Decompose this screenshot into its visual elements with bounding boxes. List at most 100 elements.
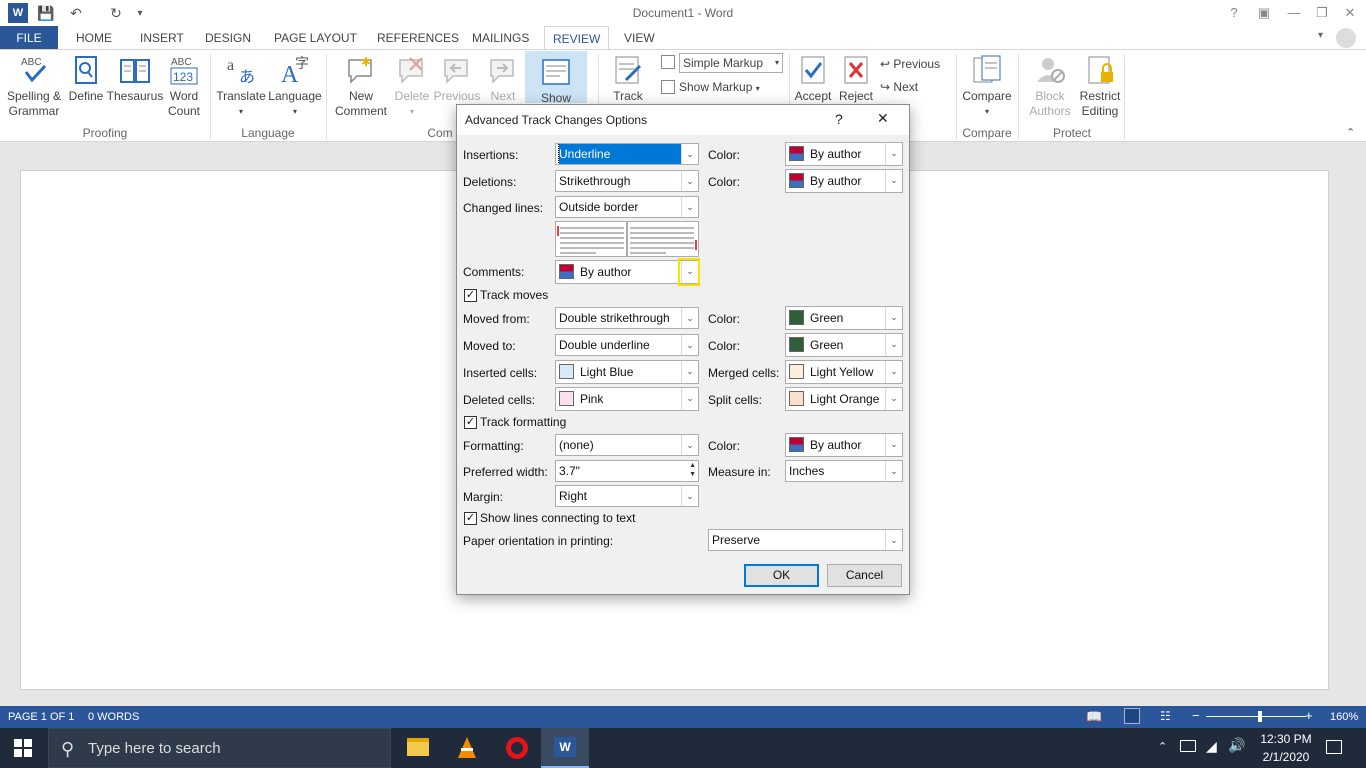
insertions-select[interactable]: Underline ⌄ bbox=[555, 143, 699, 165]
inserted-cells-select[interactable]: Light Blue ⌄ bbox=[555, 360, 699, 384]
paper-orientation-select[interactable]: Preserve ⌄ bbox=[708, 529, 903, 551]
avatar[interactable] bbox=[1336, 28, 1356, 48]
taskbar-search-box[interactable]: ⚲ Type here to search bbox=[48, 728, 391, 768]
delete-comment-button[interactable]: Delete ▾ bbox=[392, 54, 432, 119]
next-comment-button[interactable]: Next bbox=[482, 54, 524, 104]
tab-mailings[interactable]: MAILINGS bbox=[464, 26, 537, 50]
taskbar-date[interactable]: 2/1/2020 bbox=[1256, 750, 1316, 764]
thesaurus-button[interactable]: Thesaurus bbox=[106, 54, 164, 104]
tab-file[interactable]: FILE bbox=[0, 26, 58, 50]
preferred-width-input[interactable]: 3.7" ▲ ▼ bbox=[555, 460, 699, 482]
svg-text:字: 字 bbox=[295, 56, 309, 72]
language-button[interactable]: A字 Language ▾ bbox=[266, 54, 324, 119]
language-group-label: Language bbox=[241, 126, 295, 140]
cancel-button[interactable]: Cancel bbox=[827, 564, 902, 587]
chevron-down-icon: ⌄ bbox=[885, 388, 902, 410]
show-markup-button[interactable]: Show Markup ▾ bbox=[679, 80, 760, 94]
word-taskbar-button[interactable]: W bbox=[541, 728, 589, 768]
account-dropdown-icon[interactable]: ▾ bbox=[1318, 30, 1323, 41]
translate-button[interactable]: aあ Translate ▾ bbox=[214, 54, 268, 119]
accept-button[interactable]: Accept bbox=[792, 54, 834, 104]
close-window-icon[interactable]: ✕ bbox=[1338, 3, 1362, 23]
tab-view[interactable]: VIEW bbox=[616, 26, 663, 50]
block-authors-icon bbox=[1034, 54, 1066, 86]
notifications-icon[interactable] bbox=[1326, 740, 1342, 754]
merged-cells-select[interactable]: Light Yellow ⌄ bbox=[785, 360, 903, 384]
formatting-select[interactable]: (none) ⌄ bbox=[555, 434, 699, 456]
windows-start-icon[interactable] bbox=[14, 739, 32, 760]
next-change-button[interactable]: ↪ Next bbox=[880, 80, 918, 94]
spelling-grammar-button[interactable]: ABC Spelling & Grammar bbox=[4, 54, 64, 119]
taskbar-time[interactable]: 12:30 PM bbox=[1256, 732, 1316, 746]
display-for-review-select[interactable]: Simple Markup ▾ bbox=[679, 53, 783, 73]
show-hidden-icons-icon[interactable]: ⌃ bbox=[1158, 740, 1167, 753]
previous-comment-button[interactable]: Previous bbox=[432, 54, 482, 104]
help-button[interactable]: ? bbox=[1222, 3, 1246, 23]
vlc-icon[interactable] bbox=[456, 736, 478, 763]
moved-to-select[interactable]: Double underline ⌄ bbox=[555, 334, 699, 356]
moved-from-select[interactable]: Double strikethrough ⌄ bbox=[555, 307, 699, 329]
show-lines-checkbox[interactable]: ✓ bbox=[464, 512, 477, 525]
deletions-color-select[interactable]: By author ⌄ bbox=[785, 169, 903, 193]
restore-icon[interactable]: ❐ bbox=[1310, 3, 1334, 23]
group-divider bbox=[1018, 54, 1019, 140]
tab-review[interactable]: REVIEW bbox=[544, 26, 610, 51]
editing-label: Editing bbox=[1081, 104, 1119, 118]
word-count-button[interactable]: ABC 123 Word Count bbox=[164, 54, 204, 119]
split-cells-select[interactable]: Light Orange ⌄ bbox=[785, 387, 903, 411]
dialog-close-button[interactable]: ✕ bbox=[877, 110, 889, 127]
word-count[interactable]: 0 WORDS bbox=[88, 711, 139, 723]
tab-home[interactable]: HOME bbox=[68, 26, 120, 50]
print-layout-icon[interactable] bbox=[1124, 708, 1140, 724]
margin-select[interactable]: Right ⌄ bbox=[555, 485, 699, 507]
show-lines-label: Show lines connecting to text bbox=[480, 511, 636, 525]
zoom-slider-thumb[interactable] bbox=[1258, 711, 1262, 722]
define-button[interactable]: Define bbox=[66, 54, 106, 104]
minimize-icon[interactable]: — bbox=[1282, 3, 1306, 23]
measure-in-select[interactable]: Inches ⌄ bbox=[785, 460, 903, 482]
new-comment-button[interactable]: ✱ New Comment bbox=[330, 54, 392, 119]
restrict-editing-button[interactable]: Restrict Editing bbox=[1078, 54, 1122, 119]
track-changes-button[interactable]: Track bbox=[605, 54, 651, 104]
ok-button[interactable]: OK bbox=[744, 564, 819, 587]
collapse-ribbon-icon[interactable]: ⌃ bbox=[1346, 126, 1355, 139]
tab-page-layout[interactable]: PAGE LAYOUT bbox=[266, 26, 365, 50]
insertions-color-select[interactable]: By author ⌄ bbox=[785, 142, 903, 166]
moved-to-color-select[interactable]: Green ⌄ bbox=[785, 333, 903, 357]
zoom-level[interactable]: 160% bbox=[1330, 711, 1358, 723]
spin-arrows-icon[interactable]: ▲ ▼ bbox=[689, 461, 696, 479]
web-layout-icon[interactable]: ☷ bbox=[1160, 709, 1171, 723]
previous-change-button[interactable]: ↩ Previous bbox=[880, 57, 940, 71]
track-formatting-checkbox[interactable]: ✓ bbox=[464, 416, 477, 429]
tab-design[interactable]: DESIGN bbox=[197, 26, 259, 50]
deleted-cells-select[interactable]: Pink ⌄ bbox=[555, 387, 699, 411]
show-comments-button[interactable]: Show bbox=[525, 51, 587, 105]
changed-lines-preview bbox=[555, 221, 699, 257]
tab-references[interactable]: REFERENCES bbox=[369, 26, 467, 50]
zoom-slider-track[interactable] bbox=[1206, 716, 1306, 717]
read-mode-icon[interactable]: 📖 bbox=[1086, 709, 1102, 725]
battery-icon[interactable] bbox=[1180, 740, 1196, 752]
insertions-color-value: By author bbox=[810, 147, 862, 161]
opera-icon[interactable] bbox=[506, 737, 528, 759]
moved-from-color-select[interactable]: Green ⌄ bbox=[785, 306, 903, 330]
formatting-color-select[interactable]: By author ⌄ bbox=[785, 433, 903, 457]
reject-button[interactable]: Reject bbox=[836, 54, 876, 104]
deletions-select[interactable]: Strikethrough ⌄ bbox=[555, 170, 699, 192]
zoom-in-icon[interactable]: + bbox=[1305, 708, 1313, 723]
volume-icon[interactable]: 🔊 bbox=[1228, 737, 1245, 754]
compare-label: Compare bbox=[962, 89, 1012, 103]
file-explorer-icon[interactable] bbox=[407, 738, 429, 756]
deletions-value: Strikethrough bbox=[559, 174, 631, 188]
dialog-help-button[interactable]: ? bbox=[835, 111, 843, 127]
tab-insert[interactable]: INSERT bbox=[132, 26, 192, 50]
ribbon-display-options-icon[interactable]: ▣ bbox=[1252, 3, 1276, 23]
track-moves-checkbox[interactable]: ✓ bbox=[464, 289, 477, 302]
compare-button[interactable]: Compare ▾ bbox=[960, 54, 1014, 119]
block-authors-button[interactable]: Block Authors bbox=[1022, 54, 1078, 119]
split-cells-label: Split cells: bbox=[708, 393, 763, 407]
network-icon[interactable]: ◢ bbox=[1206, 738, 1217, 755]
changed-lines-select[interactable]: Outside border ⌄ bbox=[555, 196, 699, 218]
zoom-out-icon[interactable]: − bbox=[1192, 708, 1200, 723]
page-count[interactable]: PAGE 1 OF 1 bbox=[8, 711, 74, 723]
